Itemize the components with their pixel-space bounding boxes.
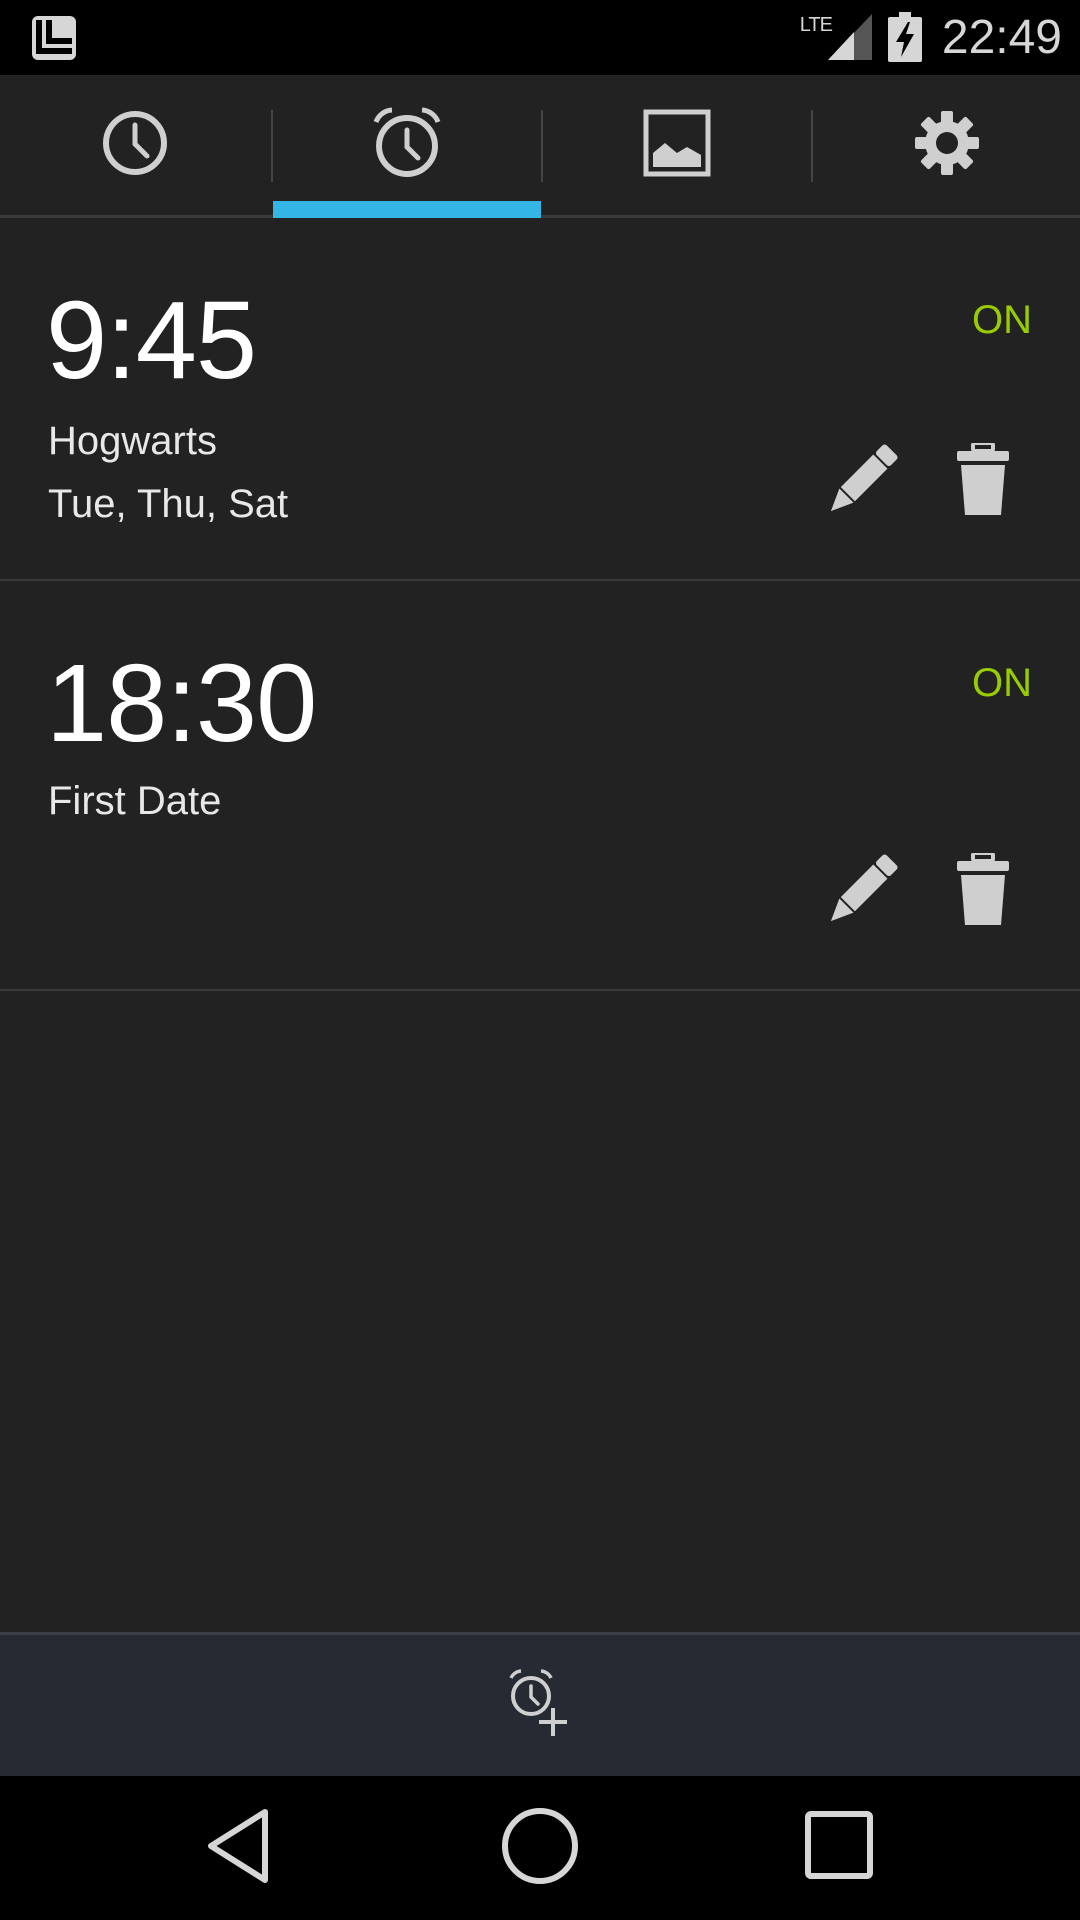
signal-icon (828, 14, 872, 60)
pencil-icon (822, 440, 902, 525)
tab-settings[interactable] (812, 75, 1080, 215)
alarm-clock-icon (370, 106, 444, 185)
tab-wallpaper[interactable] (542, 75, 812, 215)
navigation-bar (0, 1776, 1080, 1920)
alarm-days: Tue, Thu, Sat (48, 482, 289, 526)
gear-icon (914, 110, 980, 181)
clock-icon (102, 110, 168, 181)
add-alarm-button[interactable] (0, 1632, 1080, 1776)
delete-alarm-button[interactable] (943, 440, 1023, 522)
alarm-item[interactable]: 9:45 ON Hogwarts Tue, Thu, Sat (0, 218, 1080, 581)
launcher-icon (30, 14, 78, 62)
back-icon (203, 1806, 273, 1891)
image-icon (643, 109, 711, 182)
recents-icon (804, 1810, 876, 1887)
status-time: 22:49 (941, 11, 1062, 64)
alarm-status[interactable]: ON (972, 296, 1032, 344)
alarm-time: 9:45 (46, 279, 257, 402)
alarm-label: First Date (48, 779, 222, 823)
trash-icon (955, 850, 1011, 932)
alarm-list: 9:45 ON Hogwarts Tue, Thu, Sat 18:30 ON … (0, 218, 1080, 1632)
status-bar: LTE 22:49 (0, 0, 1080, 75)
tab-alarms[interactable] (272, 75, 542, 215)
add-alarm-icon (505, 1668, 575, 1743)
delete-alarm-button[interactable] (943, 850, 1023, 932)
alarm-status[interactable]: ON (972, 659, 1032, 707)
trash-icon (955, 440, 1011, 522)
alarm-item[interactable]: 18:30 ON First Date (0, 581, 1080, 991)
edit-alarm-button[interactable] (822, 852, 902, 932)
alarm-label: Hogwarts (48, 419, 217, 463)
edit-alarm-button[interactable] (822, 442, 902, 522)
battery-charging-icon (888, 12, 922, 62)
home-icon (500, 1806, 580, 1891)
selected-tab-indicator (273, 201, 541, 218)
recents-button[interactable] (795, 1803, 885, 1893)
alarm-time: 18:30 (46, 642, 317, 765)
tab-clock[interactable] (0, 75, 270, 215)
home-button[interactable] (495, 1803, 585, 1893)
back-button[interactable] (193, 1803, 283, 1893)
pencil-icon (822, 850, 902, 935)
tab-bar (0, 75, 1080, 218)
